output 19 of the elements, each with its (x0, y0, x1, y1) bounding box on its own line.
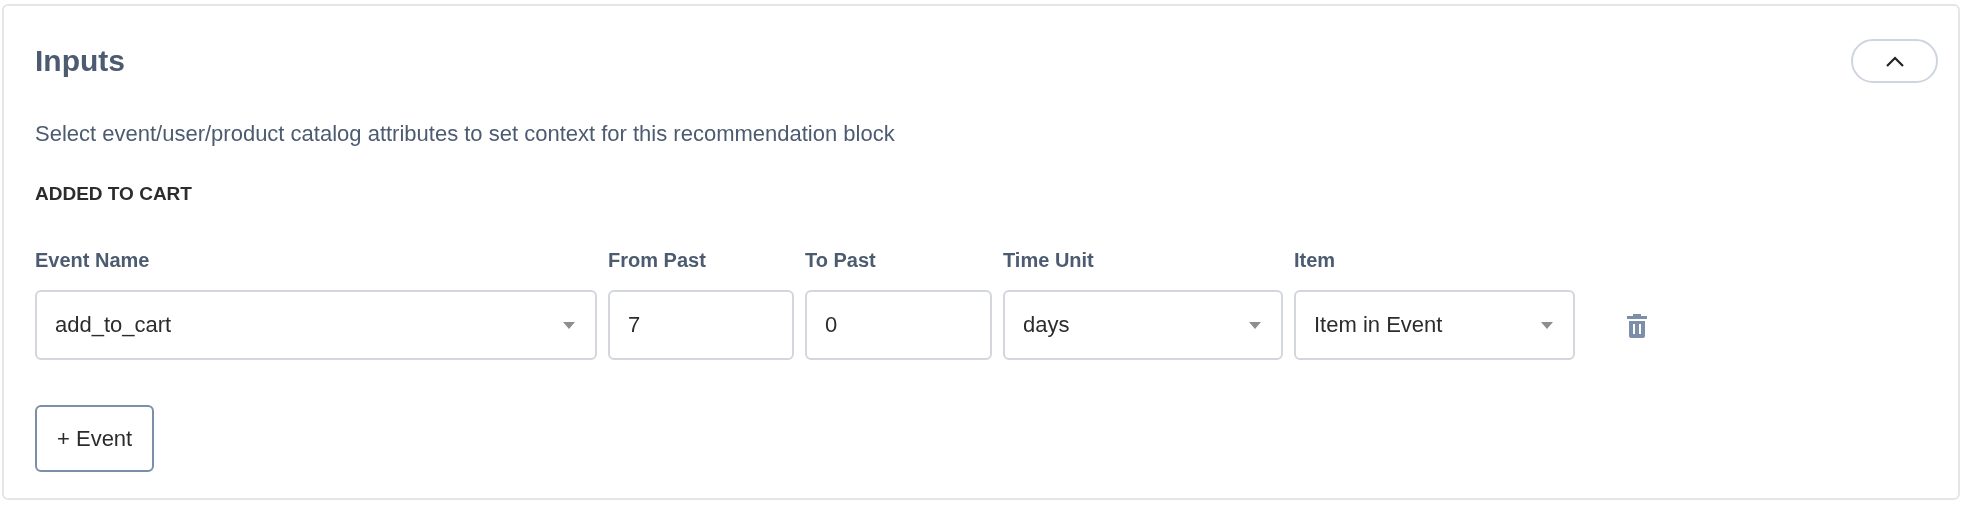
field-label: From Past (608, 249, 707, 272)
dropdown[interactable]: add_to_cart (35, 290, 597, 360)
input-field[interactable]: 7 (608, 290, 794, 360)
dropdown[interactable]: Item in Event (1294, 290, 1575, 360)
add-event-button[interactable]: + Event (35, 405, 155, 472)
field-label: Item (1294, 249, 1337, 272)
field-label: Event Name (35, 249, 151, 272)
chevron-up-icon (1885, 55, 1904, 67)
field-label: To Past (805, 249, 877, 272)
input-field[interactable]: 0 (805, 290, 992, 360)
caret-icon (1249, 321, 1261, 329)
dropdown[interactable]: days (1003, 290, 1283, 360)
panel-title: Inputs (35, 44, 125, 78)
section-heading: ADDED TO CART (35, 183, 193, 205)
caret-icon (1541, 321, 1553, 329)
field-label: Time Unit (1003, 249, 1095, 272)
description: Select event/user/product catalog attributes to set context for this recommendation block (35, 121, 896, 147)
trash-icon[interactable] (1626, 312, 1648, 338)
caret-icon (563, 321, 575, 329)
